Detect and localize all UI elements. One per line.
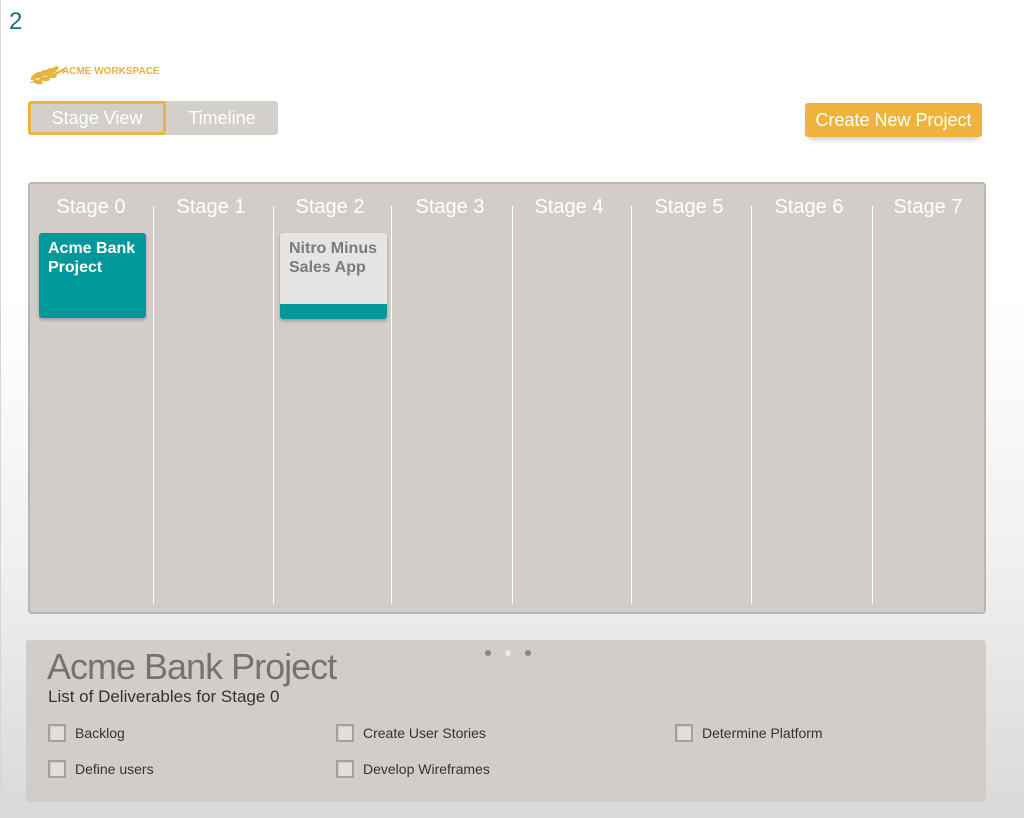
slide-number: 2: [9, 8, 23, 35]
timeline-button[interactable]: Timeline: [166, 101, 278, 135]
stage-header-4: Stage 4: [534, 196, 604, 218]
project-card-status-bar: [280, 304, 387, 319]
stage-view-button[interactable]: Stage View: [28, 101, 166, 135]
pagination-dot[interactable]: [485, 650, 491, 656]
project-card-acme-bank[interactable]: Acme Bank Project: [39, 233, 146, 318]
stage-divider: [631, 206, 632, 604]
logo: ACME WORKSPACE: [28, 62, 160, 86]
project-card-title: Nitro Minus Sales App: [289, 240, 377, 276]
pagination-dots: [482, 650, 532, 658]
checkbox[interactable]: [48, 760, 66, 778]
project-card-title: Acme Bank Project: [48, 240, 136, 276]
deliverable-label: Determine Platform: [702, 725, 823, 741]
checkbox[interactable]: [336, 724, 354, 742]
stage-divider: [153, 206, 154, 604]
checkbox[interactable]: [675, 724, 693, 742]
stage-divider: [391, 206, 392, 604]
stage-header-1: Stage 1: [176, 196, 246, 218]
deliverable-label: Create User Stories: [363, 725, 486, 741]
stage-header-3: Stage 3: [415, 196, 485, 218]
project-detail-panel: Acme Bank Project List of Deliverables f…: [26, 640, 986, 802]
project-title: Acme Bank Project: [47, 646, 337, 687]
checkbox[interactable]: [336, 760, 354, 778]
deliverables-subtitle: List of Deliverables for Stage 0: [48, 687, 280, 706]
checkbox[interactable]: [48, 724, 66, 742]
deliverable-develop-wireframes[interactable]: Develop Wireframes: [336, 760, 490, 778]
deliverable-label: Define users: [75, 761, 154, 777]
stage-header-5: Stage 5: [654, 196, 724, 218]
page-left-edge: [0, 0, 1, 818]
stage-divider: [512, 206, 513, 604]
deliverable-define-users[interactable]: Define users: [48, 760, 154, 778]
stage-divider: [872, 206, 873, 604]
create-new-project-button[interactable]: Create New Project: [805, 103, 982, 137]
pagination-dot[interactable]: [525, 650, 531, 656]
deliverable-create-user-stories[interactable]: Create User Stories: [336, 724, 486, 742]
view-toggle: Stage View Timeline: [28, 101, 278, 135]
deliverable-label: Develop Wireframes: [363, 761, 490, 777]
stage-header-6: Stage 6: [774, 196, 844, 218]
deliverable-determine-platform[interactable]: Determine Platform: [675, 724, 823, 742]
stage-header-2: Stage 2: [295, 196, 365, 218]
stage-divider: [273, 206, 274, 604]
stage-board: Stage 0 Stage 1 Stage 2 Stage 3 Stage 4 …: [28, 182, 986, 614]
pagination-dot-active[interactable]: [505, 650, 511, 656]
deliverable-label: Backlog: [75, 725, 125, 741]
stage-header-0: Stage 0: [56, 196, 126, 218]
stage-header-7: Stage 7: [893, 196, 963, 218]
project-card-nitro-minus[interactable]: Nitro Minus Sales App: [280, 233, 387, 319]
deliverable-backlog[interactable]: Backlog: [48, 724, 125, 742]
stage-divider: [751, 206, 752, 604]
logo-text: ACME WORKSPACE: [62, 66, 160, 77]
